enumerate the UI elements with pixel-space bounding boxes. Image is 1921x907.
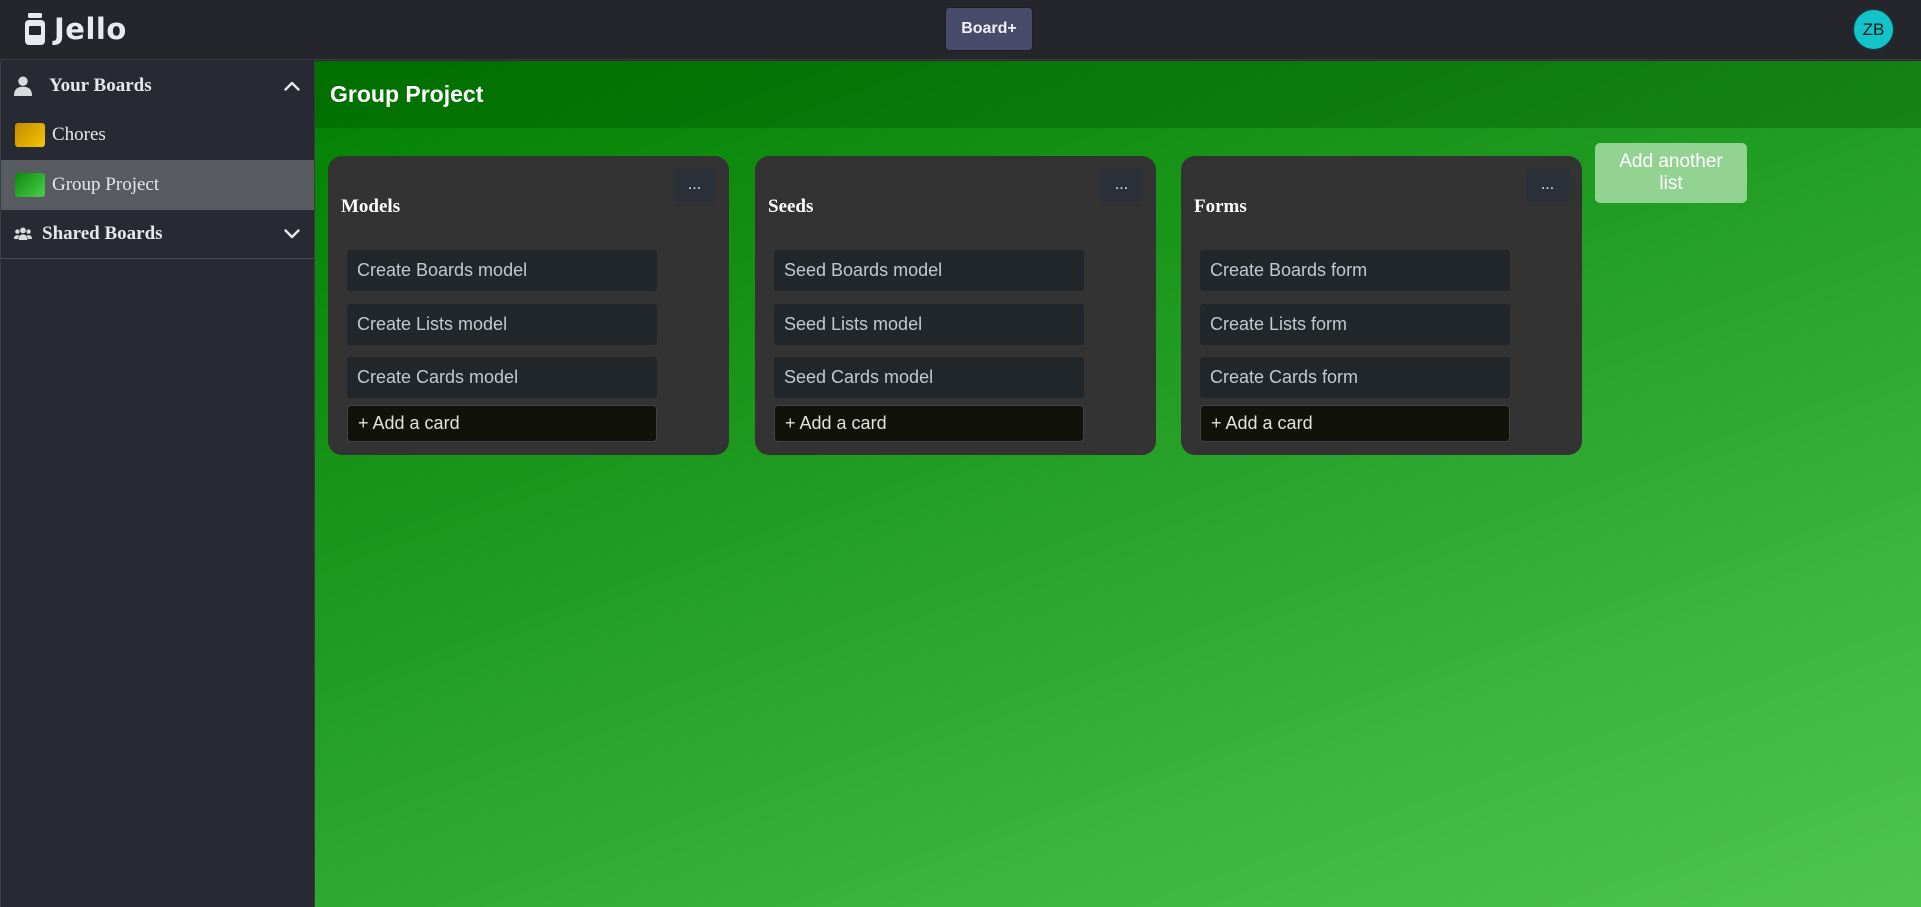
user-avatar[interactable]: ZB [1852, 8, 1895, 51]
card[interactable]: Seed Boards model [774, 250, 1084, 291]
card[interactable]: Create Cards model [347, 357, 657, 398]
sidebar-item-group-project[interactable]: Group Project [1, 160, 314, 210]
add-list-button[interactable]: Add another list [1595, 143, 1747, 203]
list-menu-button[interactable]: ... [1100, 168, 1143, 202]
chevron-up-icon[interactable] [284, 81, 300, 91]
add-card-button[interactable]: + Add a card [1200, 405, 1510, 442]
add-card-button[interactable]: + Add a card [774, 405, 1084, 442]
sidebar-item-label: Chores [52, 124, 106, 145]
app-name: Jello [54, 12, 127, 46]
board-canvas: Group Project ... Models Create Boards m… [315, 61, 1921, 907]
card[interactable]: Create Cards form [1200, 357, 1510, 398]
your-boards-label: Your Boards [49, 74, 152, 96]
card[interactable]: Create Lists form [1200, 304, 1510, 345]
list-title[interactable]: Models [341, 196, 400, 218]
list-title[interactable]: Seeds [768, 196, 813, 218]
shared-boards-label: Shared Boards [42, 223, 163, 244]
add-card-button[interactable]: + Add a card [347, 405, 657, 442]
board-color-swatch [15, 173, 45, 197]
board-header: Group Project [315, 61, 1921, 128]
shared-boards-header[interactable]: Shared Boards [1, 210, 314, 259]
list-seeds[interactable]: ... Seeds Seed Boards model Seed Lists m… [755, 156, 1156, 455]
chevron-down-icon[interactable] [284, 229, 300, 239]
top-navbar: Jello Board+ ZB [0, 0, 1921, 60]
card[interactable]: Create Lists model [347, 304, 657, 345]
sidebar: Your Boards Chores Group Project Shared … [0, 61, 315, 907]
your-boards-header[interactable]: Your Boards [1, 61, 314, 110]
list-menu-button[interactable]: ... [673, 168, 716, 202]
new-board-button[interactable]: Board+ [945, 7, 1033, 51]
list-models[interactable]: ... Models Create Boards model Create Li… [328, 156, 729, 455]
jar-icon [25, 13, 45, 45]
board-color-swatch [15, 123, 45, 147]
list-menu-button[interactable]: ... [1526, 168, 1569, 202]
sidebar-item-label: Group Project [52, 174, 160, 195]
app-logo[interactable]: Jello [24, 9, 127, 49]
user-icon [14, 76, 32, 96]
card[interactable]: Create Boards model [347, 250, 657, 291]
card[interactable]: Create Boards form [1200, 250, 1510, 291]
card[interactable]: Seed Cards model [774, 357, 1084, 398]
card[interactable]: Seed Lists model [774, 304, 1084, 345]
users-icon [14, 227, 32, 240]
board-title[interactable]: Group Project [330, 81, 483, 108]
list-forms[interactable]: ... Forms Create Boards form Create List… [1181, 156, 1582, 455]
sidebar-item-chores[interactable]: Chores [1, 110, 314, 160]
list-title[interactable]: Forms [1194, 196, 1247, 218]
